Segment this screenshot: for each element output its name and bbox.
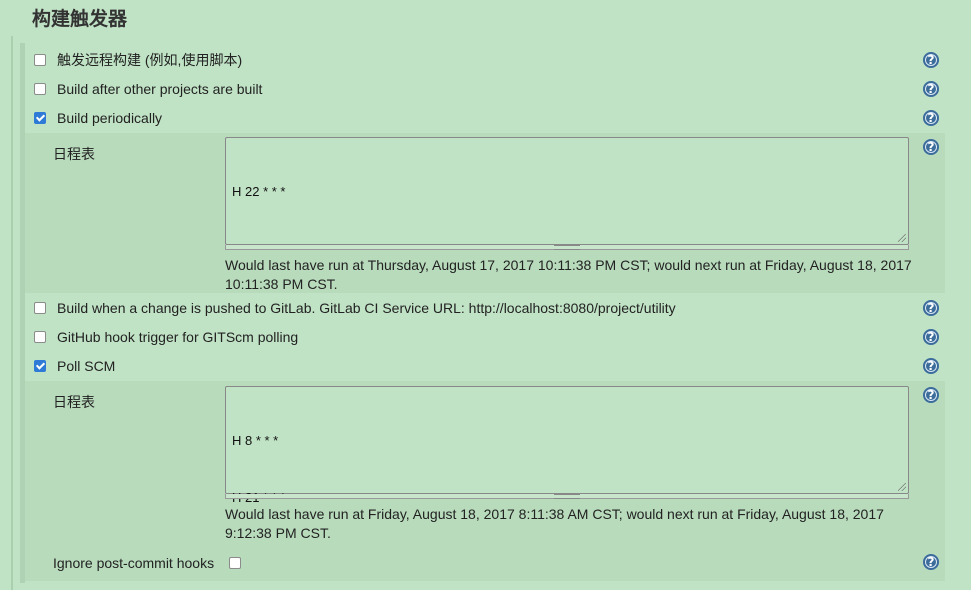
resize-handle-icon[interactable] (898, 483, 906, 491)
ignore-hooks-label[interactable]: Ignore post-commit hooks (53, 555, 214, 571)
trigger-after-other-label[interactable]: Build after other projects are built (57, 81, 262, 97)
textarea-expand-grip[interactable] (225, 245, 909, 250)
trigger-after-other-row: Build after other projects are built (25, 75, 262, 103)
pollscm-schedule-textarea-wrap: H 8 * * * H 21 * * * (225, 386, 909, 505)
help-question-icon[interactable]: ? (923, 329, 939, 345)
pollscm-schedule-label: 日程表 (53, 395, 95, 411)
periodic-schedule-block: 日程表 H 22 * * * ? Would last have run at … (25, 133, 945, 293)
build-triggers-panel: 触发远程构建 (例如,使用脚本) ? Build after other pro… (20, 43, 950, 583)
help-question-icon[interactable]: ? (923, 139, 939, 155)
section-divider (11, 36, 13, 590)
help-question-icon[interactable]: ? (923, 52, 939, 68)
ignore-hooks-row: Ignore post-commit hooks (53, 553, 252, 573)
trigger-pollscm-label[interactable]: Poll SCM (57, 358, 115, 374)
help-question-icon[interactable]: ? (923, 110, 939, 126)
periodic-schedule-textarea-wrap: H 22 * * * (225, 137, 909, 250)
help-question-icon[interactable]: ? (923, 300, 939, 316)
trigger-github-label[interactable]: GitHub hook trigger for GITScm polling (57, 329, 298, 345)
trigger-gitlab-checkbox[interactable] (34, 302, 46, 314)
trigger-github-checkbox[interactable] (34, 331, 46, 343)
pollscm-schedule-note: Would last have run at Friday, August 18… (225, 506, 884, 541)
resize-handle-icon[interactable] (898, 234, 906, 242)
periodic-schedule-label: 日程表 (53, 147, 95, 163)
help-question-icon[interactable]: ? (923, 358, 939, 374)
help-question-icon[interactable]: ? (923, 387, 939, 403)
pollscm-schedule-block: 日程表 H 8 * * * H 21 * * * ? Would last ha… (25, 381, 945, 581)
trigger-remote-checkbox[interactable] (34, 54, 46, 66)
schedule-line: H 8 * * * (232, 433, 279, 448)
trigger-gitlab-label[interactable]: Build when a change is pushed to GitLab.… (57, 300, 676, 316)
schedule-line: H 22 * * * (232, 184, 286, 199)
section-title: 构建触发器 (32, 8, 128, 30)
trigger-after-other-checkbox[interactable] (34, 83, 46, 95)
periodic-schedule-textarea[interactable]: H 22 * * * (225, 137, 909, 245)
pollscm-schedule-textarea[interactable]: H 8 * * * H 21 * * * (225, 386, 909, 505)
trigger-remote-row: 触发远程构建 (例如,使用脚本) (25, 46, 242, 74)
trigger-periodic-checkbox[interactable] (34, 112, 46, 124)
trigger-gitlab-row: Build when a change is pushed to GitLab.… (25, 294, 676, 322)
trigger-remote-label[interactable]: 触发远程构建 (例如,使用脚本) (57, 50, 242, 70)
trigger-pollscm-row: Poll SCM (25, 352, 115, 380)
help-question-icon[interactable]: ? (923, 554, 939, 570)
trigger-github-row: GitHub hook trigger for GITScm polling (25, 323, 298, 351)
textarea-expand-grip[interactable] (225, 494, 909, 499)
ignore-hooks-checkbox[interactable] (229, 557, 242, 569)
trigger-periodic-row: Build periodically (25, 104, 162, 132)
trigger-periodic-label[interactable]: Build periodically (57, 110, 162, 126)
help-question-icon[interactable]: ? (923, 81, 939, 97)
trigger-pollscm-checkbox[interactable] (34, 360, 46, 372)
periodic-schedule-note: Would last have run at Thursday, August … (225, 257, 912, 292)
